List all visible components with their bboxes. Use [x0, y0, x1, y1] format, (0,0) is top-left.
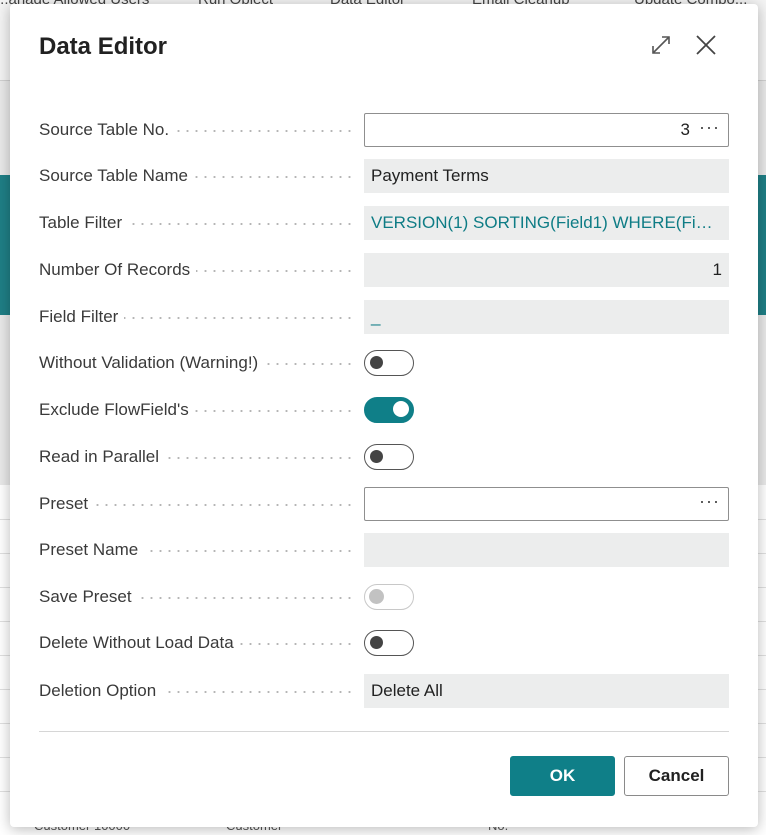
- row-deletion-option: Deletion Option Delete All: [39, 674, 729, 708]
- save-preset-toggle[interactable]: [364, 584, 414, 610]
- deletion-option-label: Deletion Option: [39, 674, 163, 708]
- number-of-records-label: Number Of Records: [39, 253, 197, 287]
- exclude-flowfields-label: Exclude FlowField's: [39, 393, 195, 427]
- save-preset-label: Save Preset: [39, 580, 138, 614]
- source-table-name-value: Payment Terms: [364, 159, 729, 193]
- row-exclude-flowfields: Exclude FlowField's: [39, 393, 729, 427]
- footer-divider: [39, 731, 729, 732]
- source-table-lookup-icon[interactable]: ···: [699, 114, 720, 143]
- read-in-parallel-toggle[interactable]: [364, 444, 414, 470]
- row-preset-name: Preset Name: [39, 533, 729, 567]
- source-table-no-label: Source Table No.: [39, 113, 176, 147]
- exclude-flowfields-toggle[interactable]: [364, 397, 414, 423]
- delete-without-load-data-toggle[interactable]: [364, 630, 414, 656]
- row-number-of-records: Number Of Records 1: [39, 253, 729, 287]
- row-table-filter: Table Filter VERSION(1) SORTING(Field1) …: [39, 206, 729, 240]
- field-filter-label: Field Filter: [39, 300, 125, 334]
- row-without-validation: Without Validation (Warning!): [39, 346, 729, 380]
- close-icon[interactable]: [693, 32, 719, 58]
- preset-input[interactable]: ···: [364, 487, 729, 521]
- expand-icon[interactable]: [648, 32, 674, 58]
- row-preset: Preset ···: [39, 487, 729, 521]
- preset-name-label: Preset Name: [39, 533, 145, 567]
- ok-button[interactable]: OK: [510, 756, 615, 796]
- without-validation-label: Without Validation (Warning!): [39, 346, 265, 380]
- table-filter-label: Table Filter: [39, 206, 129, 240]
- deletion-option-select[interactable]: Delete All: [364, 674, 729, 708]
- source-table-no-value: 3: [680, 120, 690, 139]
- field-filter-link[interactable]: _: [364, 300, 729, 334]
- row-field-filter: Field Filter _: [39, 300, 729, 334]
- row-save-preset: Save Preset: [39, 580, 729, 614]
- row-read-in-parallel: Read in Parallel: [39, 440, 729, 474]
- source-table-no-input[interactable]: 3 ···: [364, 113, 729, 147]
- delete-without-load-data-label: Delete Without Load Data: [39, 626, 240, 660]
- preset-label: Preset: [39, 487, 95, 521]
- preset-name-value: [364, 533, 729, 567]
- preset-lookup-icon[interactable]: ···: [699, 488, 720, 517]
- read-in-parallel-label: Read in Parallel: [39, 440, 166, 474]
- number-of-records-value: 1: [364, 253, 729, 287]
- source-table-name-label: Source Table Name: [39, 159, 194, 193]
- data-editor-dialog: Data Editor Source Table No. 3 ··· Sourc…: [10, 4, 758, 827]
- row-source-table-no: Source Table No. 3 ···: [39, 113, 729, 147]
- dialog-title: Data Editor: [39, 33, 168, 60]
- row-delete-without-load-data: Delete Without Load Data: [39, 626, 729, 660]
- table-filter-link[interactable]: VERSION(1) SORTING(Field1) WHERE(Field1.…: [364, 206, 729, 240]
- cancel-button[interactable]: Cancel: [624, 756, 729, 796]
- without-validation-toggle[interactable]: [364, 350, 414, 376]
- row-source-table-name: Source Table Name Payment Terms: [39, 159, 729, 193]
